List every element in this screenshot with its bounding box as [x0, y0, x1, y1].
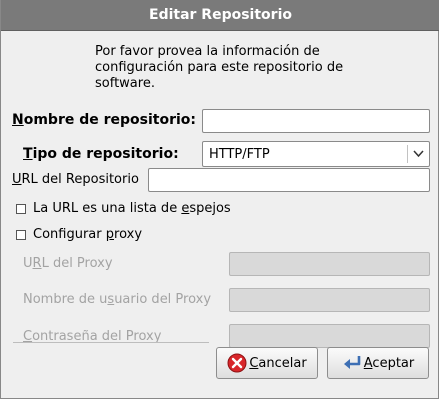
repo-name-label: Nombre de repositorio:	[12, 112, 197, 128]
dialog-titlebar: Editar Repositorio	[1, 0, 439, 31]
ok-icon	[343, 356, 361, 369]
combo-separator	[407, 145, 408, 163]
mirror-list-checkbox[interactable]	[16, 204, 26, 214]
chevron-down-icon	[413, 150, 424, 158]
mirror-list-label[interactable]: La URL es una lista de espejos	[33, 201, 231, 216]
repo-type-select[interactable]: HTTP/FTP	[202, 141, 430, 167]
cancel-icon	[227, 353, 247, 373]
proxy-url-label: URL del Proxy	[23, 256, 113, 271]
edit-repository-dialog: Editar Repositorio Por favor provea la i…	[0, 0, 439, 399]
ok-button[interactable]: Aceptar	[327, 347, 429, 379]
cancel-button-label: Cancelar	[249, 355, 307, 371]
cancel-button[interactable]: Cancelar	[216, 347, 318, 379]
button-separator	[13, 342, 209, 343]
dialog-title: Editar Repositorio	[149, 7, 292, 23]
proxy-password-input	[229, 324, 430, 348]
repo-url-input[interactable]	[148, 168, 430, 192]
proxy-user-input	[229, 288, 430, 312]
repo-type-label: Tipo de repositorio:	[23, 146, 179, 162]
repo-name-input[interactable]	[202, 109, 430, 133]
proxy-config-checkbox[interactable]	[16, 230, 26, 240]
ok-button-label: Aceptar	[363, 355, 415, 371]
proxy-config-label[interactable]: Configurar proxy	[33, 227, 142, 242]
intro-text: Por favor provea la información de confi…	[95, 44, 344, 91]
proxy-url-input	[229, 252, 430, 276]
repo-type-selected: HTTP/FTP	[209, 147, 270, 162]
proxy-user-label: Nombre de usuario del Proxy	[23, 292, 212, 307]
repo-url-label: URL del Repositorio	[12, 172, 139, 187]
